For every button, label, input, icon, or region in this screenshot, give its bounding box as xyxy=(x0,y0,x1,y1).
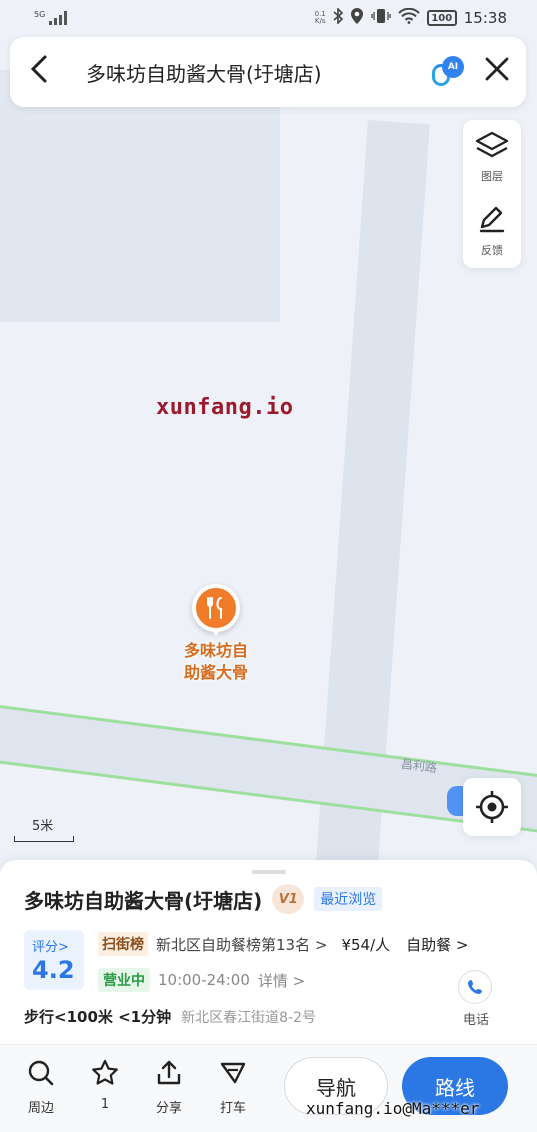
phone-icon xyxy=(458,970,492,1004)
close-button[interactable] xyxy=(480,55,514,89)
score-value: 4.2 xyxy=(32,956,75,984)
share-label: 分享 xyxy=(155,1101,182,1116)
scale-label: 5米 xyxy=(32,819,54,834)
address: 新北区春江街道8-2号 xyxy=(181,1009,316,1026)
search-query[interactable]: 多味坊自助酱大骨(圩塘店) xyxy=(68,58,426,87)
score-label: 评分> xyxy=(32,940,69,955)
map-watermark: xunfang.io xyxy=(156,395,294,420)
cuisine-link[interactable]: 自助餐 > xyxy=(406,934,468,955)
wifi-icon xyxy=(398,7,420,28)
poi-label-line: 多味坊自 xyxy=(183,641,248,660)
opening-hours: 10:00-24:00 xyxy=(158,971,250,989)
back-button[interactable] xyxy=(28,54,68,90)
poi-tail xyxy=(210,628,222,636)
favorite-count: 1 xyxy=(100,1097,110,1112)
locate-me-button[interactable] xyxy=(463,778,521,836)
layers-button[interactable]: 图层 xyxy=(463,120,521,194)
clock: 15:38 xyxy=(463,9,507,27)
rank-tag: 扫街榜 xyxy=(98,932,148,956)
scale-bar xyxy=(14,836,74,842)
open-status-badge: 营业中 xyxy=(98,968,150,992)
map-road xyxy=(0,700,537,839)
place-title-row: 多味坊自助酱大骨(圩塘店) V1 最近浏览 xyxy=(24,884,383,914)
taxi-icon xyxy=(208,1059,258,1094)
bottom-toolbar: 周边 1 分享 打车 导航 路线 xyxy=(0,1044,537,1132)
ai-voice-button[interactable]: AI xyxy=(426,52,466,92)
hours-row: 营业中 10:00-24:00 详情 > xyxy=(98,968,305,992)
feedback-label: 反馈 xyxy=(481,243,503,257)
battery-icon: 100 xyxy=(426,10,457,26)
recent-tag: 最近浏览 xyxy=(314,887,383,911)
drag-handle[interactable] xyxy=(252,870,286,874)
score-card[interactable]: 评分> 4.2 xyxy=(24,930,84,990)
place-name: 多味坊自助酱大骨(圩塘店) xyxy=(24,888,263,913)
level-badge: V1 xyxy=(272,884,305,914)
taxi-button[interactable]: 打车 xyxy=(208,1059,258,1116)
share-icon xyxy=(144,1059,194,1094)
map-tools-panel: 图层 反馈 xyxy=(463,120,521,268)
speed-unit: K/s xyxy=(314,17,326,25)
network-type: 5G xyxy=(34,10,46,19)
price-per-person: ¥54/人 xyxy=(341,935,391,954)
signal-icon xyxy=(49,11,68,25)
status-bar: 5G 0.1 K/s 100 15:38 xyxy=(0,0,537,36)
nearby-button[interactable]: 周边 xyxy=(16,1059,66,1116)
close-icon xyxy=(485,57,509,81)
crosshair-icon xyxy=(476,791,508,823)
poi-label[interactable]: 多味坊自 助酱大骨 xyxy=(170,640,262,684)
feedback-button[interactable]: 反馈 xyxy=(463,194,521,268)
search-icon xyxy=(16,1059,66,1094)
place-detail-sheet[interactable]: 多味坊自助酱大骨(圩塘店) V1 最近浏览 评分> 4.2 扫街榜 新北区自助餐… xyxy=(0,860,537,1132)
chevron-left-icon xyxy=(30,55,47,83)
status-icons: 0.1 K/s 100 15:38 xyxy=(315,7,507,29)
distance-row: 步行<100米 <1分钟 新北区春江街道8-2号 xyxy=(24,1006,316,1027)
layers-label: 图层 xyxy=(481,169,503,183)
ai-badge: AI xyxy=(442,56,464,78)
share-button[interactable]: 分享 xyxy=(144,1059,194,1116)
hours-detail-link[interactable]: 详情 > xyxy=(258,970,305,991)
nearby-label: 周边 xyxy=(27,1101,54,1116)
signal-group: 5G xyxy=(34,10,68,25)
favorite-button[interactable]: 1 xyxy=(80,1059,130,1112)
map-block xyxy=(0,70,280,322)
bluetooth-icon xyxy=(333,7,343,28)
ranking-row: 扫街榜 新北区自助餐榜第13名 > ¥54/人 自助餐 > xyxy=(98,932,468,956)
walk-distance: 步行<100米 <1分钟 xyxy=(24,1008,172,1026)
map-scale: 5米 xyxy=(14,815,74,842)
taxi-label: 打车 xyxy=(219,1101,246,1116)
edit-icon xyxy=(477,205,507,240)
phone-button[interactable]: 电话 xyxy=(458,970,494,1028)
star-icon xyxy=(80,1059,130,1094)
poi-label-line: 助酱大骨 xyxy=(183,663,248,682)
location-icon xyxy=(350,7,364,29)
phone-label: 电话 xyxy=(462,1013,489,1028)
rank-link[interactable]: 新北区自助餐榜第13名 > xyxy=(156,934,327,955)
network-speed: 0.1 K/s xyxy=(315,11,326,25)
footer-watermark: xunfang.io@Ma***er xyxy=(306,1099,480,1118)
poi-marker[interactable] xyxy=(188,580,244,636)
search-bar: 多味坊自助酱大骨(圩塘店) AI xyxy=(10,37,526,107)
restaurant-icon xyxy=(192,584,240,632)
layers-icon xyxy=(475,131,509,166)
vibrate-icon xyxy=(371,8,391,28)
